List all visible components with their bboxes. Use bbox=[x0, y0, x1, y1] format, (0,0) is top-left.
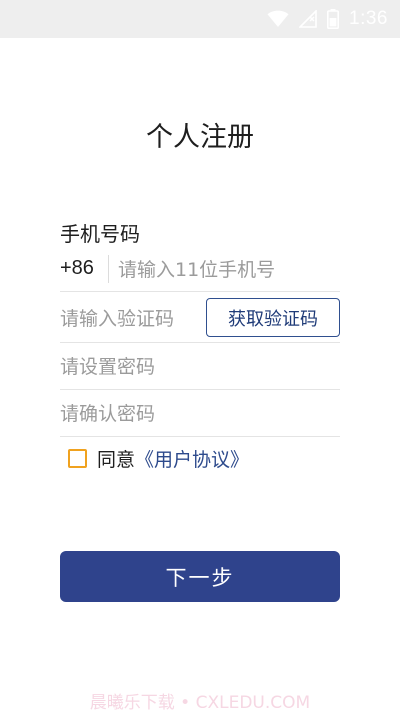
status-time: 1:36 bbox=[349, 8, 388, 29]
phone-input[interactable] bbox=[118, 248, 340, 291]
confirm-password-input[interactable] bbox=[60, 392, 340, 436]
country-code-prefix: +86 bbox=[60, 257, 94, 279]
prefix-divider bbox=[108, 255, 109, 283]
next-step-button[interactable]: 下一步 bbox=[60, 551, 340, 602]
verification-code-input[interactable] bbox=[60, 295, 200, 342]
status-icons: 1:36 bbox=[267, 8, 388, 30]
agreement-row: 同意 《用户协议》 bbox=[68, 445, 249, 471]
password-row bbox=[60, 345, 340, 390]
password-input[interactable] bbox=[60, 345, 340, 389]
get-code-button[interactable]: 获取验证码 bbox=[206, 298, 340, 337]
no-signal-icon bbox=[299, 10, 317, 28]
phone-section-label: 手机号码 bbox=[60, 222, 140, 246]
battery-icon bbox=[327, 9, 340, 29]
wifi-icon bbox=[267, 10, 289, 28]
watermark: 晨曦乐下载 • CXLEDU.COM bbox=[89, 693, 311, 713]
code-row: 获取验证码 bbox=[60, 295, 340, 343]
agree-label: 同意 bbox=[97, 448, 136, 471]
confirm-password-row bbox=[60, 392, 340, 437]
status-bar: 1:36 bbox=[0, 0, 400, 38]
phone-row: +86 bbox=[60, 248, 340, 292]
user-agreement-link[interactable]: 《用户协议》 bbox=[135, 445, 249, 472]
agree-checkbox[interactable] bbox=[68, 448, 87, 468]
page-title: 个人注册 bbox=[146, 122, 254, 153]
